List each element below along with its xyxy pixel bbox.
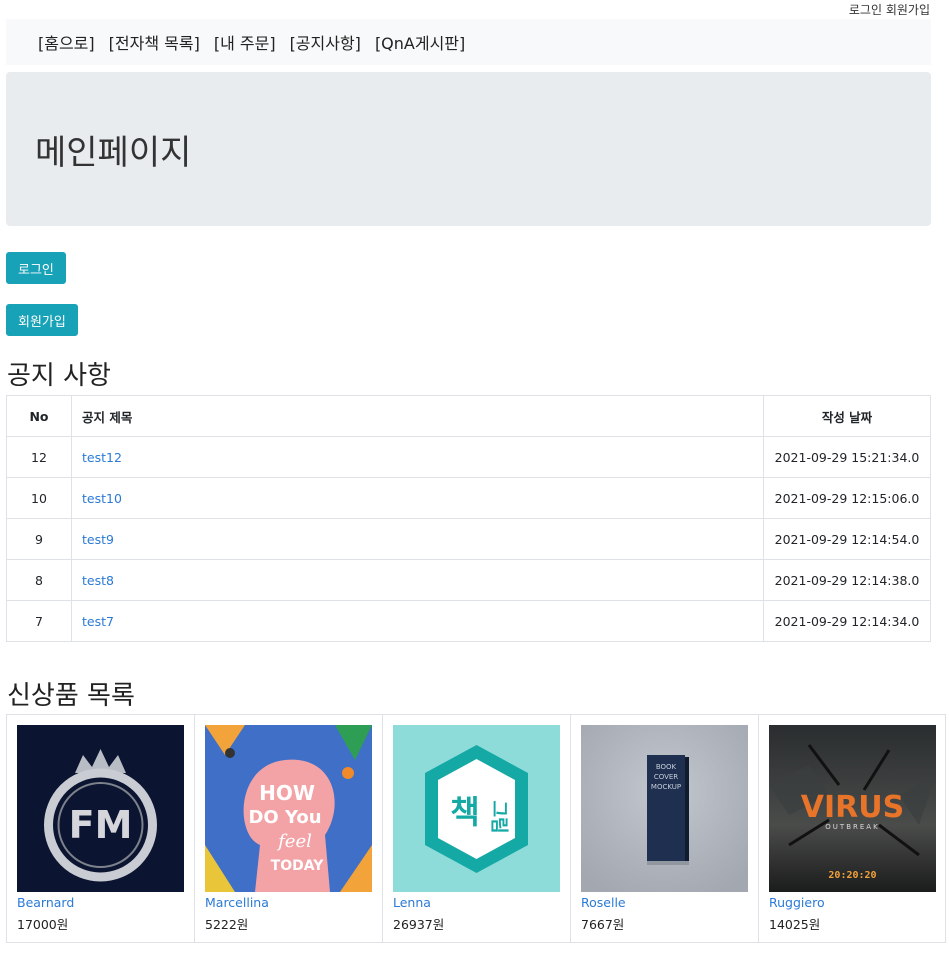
product-cover-image[interactable]: 책 그림 [393,725,560,892]
top-signup-link[interactable]: 회원가입 [886,3,930,17]
notice-date: 2021-09-29 12:15:06.0 [763,477,931,519]
signup-button[interactable]: 회원가입 [6,304,78,336]
product-price: 14025원 [769,917,821,932]
svg-text:COVER: COVER [654,773,678,781]
product-card: HOW DO You feel TODAY Marcellina 5222원 [195,715,383,942]
jumbotron: 메인페이지 [6,72,931,226]
main-navbar: [홈으로] [전자책 목록] [내 주문] [공지사항] [QnA게시판] [6,19,931,65]
notice-no: 12 [6,436,72,478]
svg-text:HOW: HOW [259,781,315,805]
notice-title-link[interactable]: test9 [82,532,114,547]
products-section-title: 신상품 목록 [7,681,135,711]
col-header-title: 공지 제목 [71,395,764,437]
notice-title-link[interactable]: test10 [82,491,122,506]
notice-date: 2021-09-29 15:21:34.0 [763,436,931,478]
svg-text:BOOK: BOOK [656,763,677,771]
nav-item-my-orders[interactable]: [내 주문] [214,30,276,54]
product-price: 7667원 [581,917,625,932]
svg-text:20:20:20: 20:20:20 [828,870,876,881]
table-row: 12 test12 2021-09-29 15:21:34.0 [6,436,931,478]
table-row: 8 test8 2021-09-29 12:14:38.0 [6,559,931,601]
product-name-link[interactable]: Lenna [393,895,560,910]
nav-item-qna[interactable]: [QnA게시판] [375,30,465,54]
notice-no: 7 [6,600,72,642]
product-price: 26937원 [393,917,445,932]
notice-no: 9 [6,518,72,560]
product-price: 17000원 [17,917,69,932]
page-title: 메인페이지 [35,132,192,173]
nav-item-notices[interactable]: [공지사항] [290,30,361,54]
product-name-link[interactable]: Roselle [581,895,748,910]
svg-text:DO You: DO You [248,807,321,828]
product-card: BOOK COVER MOCKUP Roselle 7667원 [571,715,759,942]
notice-title-link[interactable]: test7 [82,614,114,629]
svg-text:FM: FM [69,803,133,847]
product-price: 5222원 [205,917,249,932]
table-row: 9 test9 2021-09-29 12:14:54.0 [6,518,931,560]
notice-header-row: No 공지 제목 작성 날짜 [6,395,931,437]
notice-title-link[interactable]: test12 [82,450,122,465]
product-card: VIRUS OUTBREAK 20:20:20 Ruggiero 14025원 [759,715,946,942]
notice-section-title: 공지 사항 [7,361,111,391]
product-cover-image[interactable]: VIRUS OUTBREAK 20:20:20 [769,725,936,892]
svg-text:OUTBREAK: OUTBREAK [825,823,879,831]
notice-table: No 공지 제목 작성 날짜 12 test12 2021-09-29 15:2… [6,395,931,642]
product-card: 책 그림 Lenna 26937원 [383,715,571,942]
svg-text:책: 책 [450,793,479,831]
notice-date: 2021-09-29 12:14:54.0 [763,518,931,560]
nav-item-home[interactable]: [홈으로] [38,30,95,54]
notice-date: 2021-09-29 12:14:34.0 [763,600,931,642]
product-card: FM Bearnard 17000원 [7,715,195,942]
col-header-date: 작성 날짜 [763,395,931,437]
nav-item-ebook-list[interactable]: [전자책 목록] [109,30,200,54]
notice-no: 8 [6,559,72,601]
notice-title-link[interactable]: test8 [82,573,114,588]
svg-text:그림: 그림 [488,800,509,833]
top-login-link[interactable]: 로그인 [849,3,882,17]
notice-no: 10 [6,477,72,519]
table-row: 7 test7 2021-09-29 12:14:34.0 [6,600,931,642]
svg-text:VIRUS: VIRUS [801,790,904,825]
product-cover-image[interactable]: BOOK COVER MOCKUP [581,725,748,892]
product-cover-image[interactable]: HOW DO You feel TODAY [205,725,372,892]
product-name-link[interactable]: Marcellina [205,895,372,910]
login-button[interactable]: 로그인 [6,252,66,284]
col-header-no: No [6,395,72,437]
product-grid: FM Bearnard 17000원 HOW DO You feel TODAY [6,714,946,943]
product-cover-image[interactable]: FM [17,725,184,892]
product-name-link[interactable]: Ruggiero [769,895,936,910]
table-row: 10 test10 2021-09-29 12:15:06.0 [6,477,931,519]
svg-text:MOCKUP: MOCKUP [651,783,681,791]
svg-text:TODAY: TODAY [271,858,325,874]
notice-date: 2021-09-29 12:14:38.0 [763,559,931,601]
top-auth-links: 로그인 회원가입 [849,1,930,18]
svg-text:feel: feel [276,831,312,852]
product-name-link[interactable]: Bearnard [17,895,184,910]
